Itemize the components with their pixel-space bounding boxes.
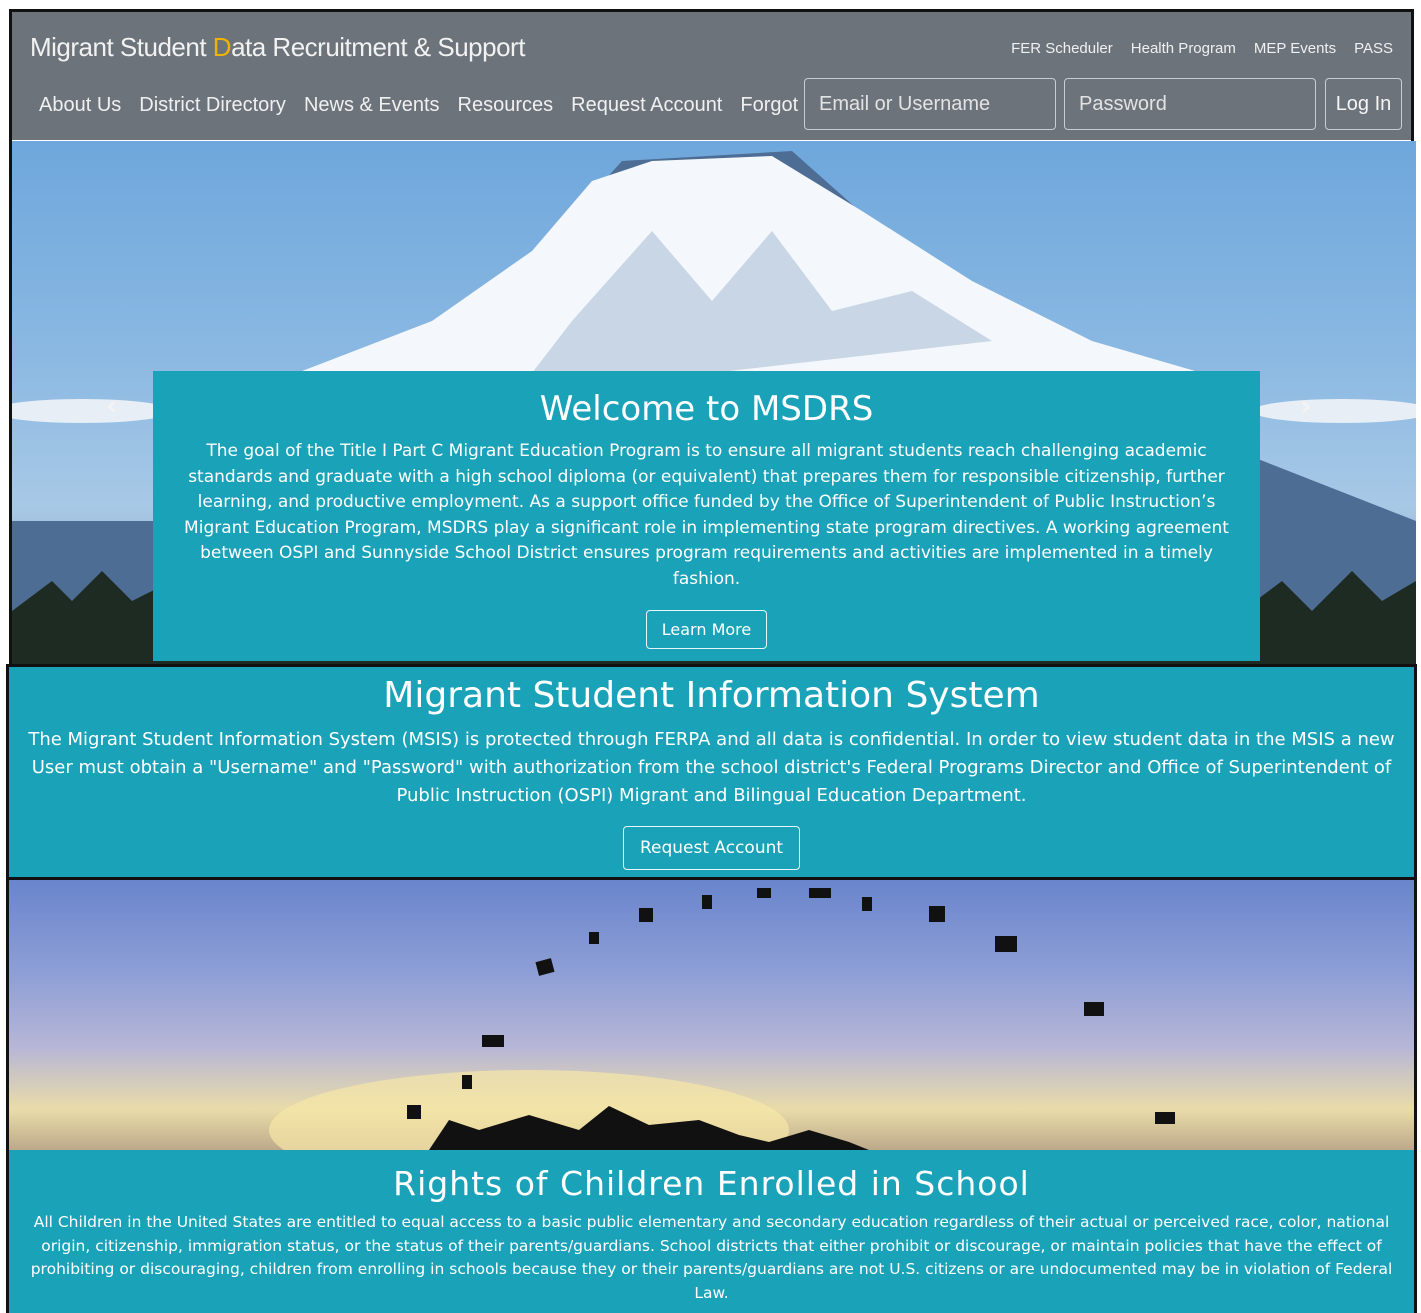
main-nav: About Us District Directory News & Event… — [39, 94, 892, 117]
msis-title: Migrant Student Information System — [383, 675, 1040, 716]
brand-text-start: Migrant Student — [30, 32, 213, 62]
rights-title: Rights of Children Enrolled in School — [393, 1164, 1030, 1203]
site-header: Migrant Student Data Recruitment & Suppo… — [12, 12, 1411, 140]
msis-text: The Migrant Student Information System (… — [28, 729, 1395, 806]
nav-resources[interactable]: Resources — [458, 94, 554, 117]
rights-text: All Children in the United States are en… — [30, 1213, 1393, 1302]
top-links: FER Scheduler Health Program MEP Events … — [1011, 40, 1393, 57]
login-button[interactable]: Log In — [1325, 78, 1402, 130]
graduation-caps-image — [269, 888, 1175, 1150]
graduation-image — [6, 880, 1417, 1150]
site-brand[interactable]: Migrant Student Data Recruitment & Suppo… — [30, 32, 525, 63]
carousel-next-icon[interactable]: › — [1300, 389, 1312, 422]
nav-district-directory[interactable]: District Directory — [139, 94, 286, 117]
welcome-text: The goal of the Title I Part C Migrant E… — [184, 441, 1229, 589]
brand-text-end: ata Recruitment & Support — [231, 32, 525, 62]
learn-more-button[interactable]: Learn More — [645, 610, 768, 649]
nav-request-account[interactable]: Request Account — [571, 94, 722, 117]
rights-section: Rights of Children Enrolled in School Al… — [6, 1150, 1417, 1313]
email-username-input[interactable] — [804, 78, 1056, 130]
welcome-panel: Welcome to MSDRS The goal of the Title I… — [153, 371, 1260, 661]
nav-about-us[interactable]: About Us — [39, 94, 121, 117]
password-input[interactable] — [1064, 78, 1316, 130]
nav-news-events[interactable]: News & Events — [304, 94, 440, 117]
link-health-program[interactable]: Health Program — [1131, 40, 1236, 57]
brand-d-logo: D — [212, 32, 232, 62]
msis-section: Migrant Student Information System The M… — [6, 664, 1417, 880]
request-account-button[interactable]: Request Account — [622, 826, 801, 870]
link-pass[interactable]: PASS — [1354, 40, 1393, 57]
welcome-title: Welcome to MSDRS — [539, 389, 874, 429]
carousel-prev-icon[interactable]: ‹ — [106, 389, 118, 422]
link-mep-events[interactable]: MEP Events — [1254, 40, 1336, 57]
link-fer-scheduler[interactable]: FER Scheduler — [1011, 40, 1113, 57]
